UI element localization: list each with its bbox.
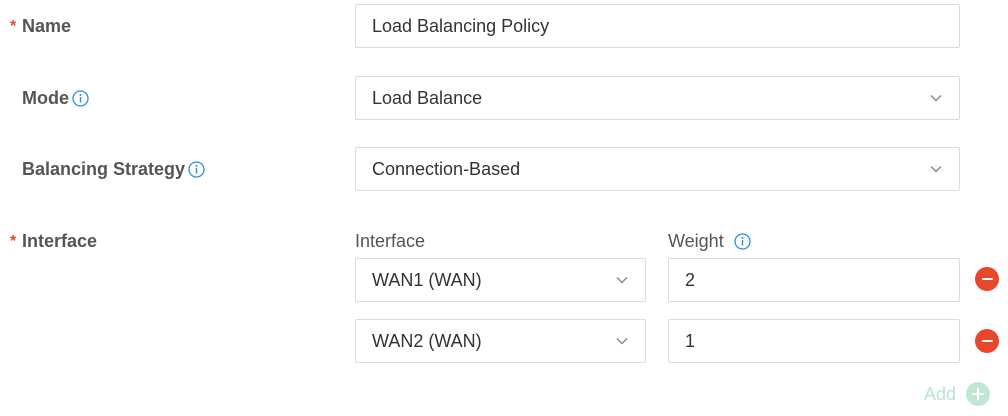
mode-label-text: Mode xyxy=(22,87,69,108)
weight-input[interactable]: 1 xyxy=(668,319,960,363)
minus-circle-icon xyxy=(981,278,993,280)
interface-select-value: WAN2 (WAN) xyxy=(372,330,482,351)
interface-select-value: WAN1 (WAN) xyxy=(372,269,482,290)
name-input-value: Load Balancing Policy xyxy=(372,15,550,36)
strategy-label: Balancing Strategy xyxy=(22,157,205,181)
name-input[interactable]: Load Balancing Policy xyxy=(355,4,960,48)
strategy-select[interactable]: Connection-Based xyxy=(355,147,960,191)
name-label: Name xyxy=(22,14,71,38)
mode-select[interactable]: Load Balance xyxy=(355,76,960,120)
interface-label-text: Interface xyxy=(22,230,98,251)
weight-input-value: 1 xyxy=(685,330,696,351)
name-required-mark: * xyxy=(10,18,17,35)
weight-input-value: 2 xyxy=(685,269,696,290)
plus-circle-icon xyxy=(966,382,991,406)
interface-select[interactable]: WAN2 (WAN) xyxy=(355,319,646,363)
strategy-label-text: Balancing Strategy xyxy=(22,158,186,179)
interface-required-mark: * xyxy=(10,233,17,250)
add-row-button[interactable]: Add xyxy=(924,382,991,406)
chevron-down-icon xyxy=(929,162,943,176)
weight-column-header-text: Weight xyxy=(668,230,724,251)
interface-column-header-text: Interface xyxy=(355,230,426,251)
chevron-down-icon xyxy=(615,273,629,287)
minus-circle-icon xyxy=(981,340,993,342)
chevron-down-icon xyxy=(929,91,943,105)
chevron-down-icon xyxy=(615,334,629,348)
info-icon[interactable] xyxy=(72,89,89,107)
interface-select[interactable]: WAN1 (WAN) xyxy=(355,258,646,302)
weight-column-header: Weight xyxy=(668,229,751,253)
info-icon[interactable] xyxy=(734,232,751,250)
weight-input[interactable]: 2 xyxy=(668,258,960,302)
remove-row-button[interactable] xyxy=(975,329,999,353)
add-label: Add xyxy=(924,383,957,404)
remove-row-button[interactable] xyxy=(975,267,999,291)
interface-label: Interface xyxy=(22,229,97,253)
mode-label: Mode xyxy=(22,86,89,110)
strategy-select-value: Connection-Based xyxy=(372,158,521,179)
name-label-text: Name xyxy=(22,15,72,36)
mode-select-value: Load Balance xyxy=(372,87,483,108)
interface-column-header: Interface xyxy=(355,229,425,253)
info-icon[interactable] xyxy=(188,160,205,178)
